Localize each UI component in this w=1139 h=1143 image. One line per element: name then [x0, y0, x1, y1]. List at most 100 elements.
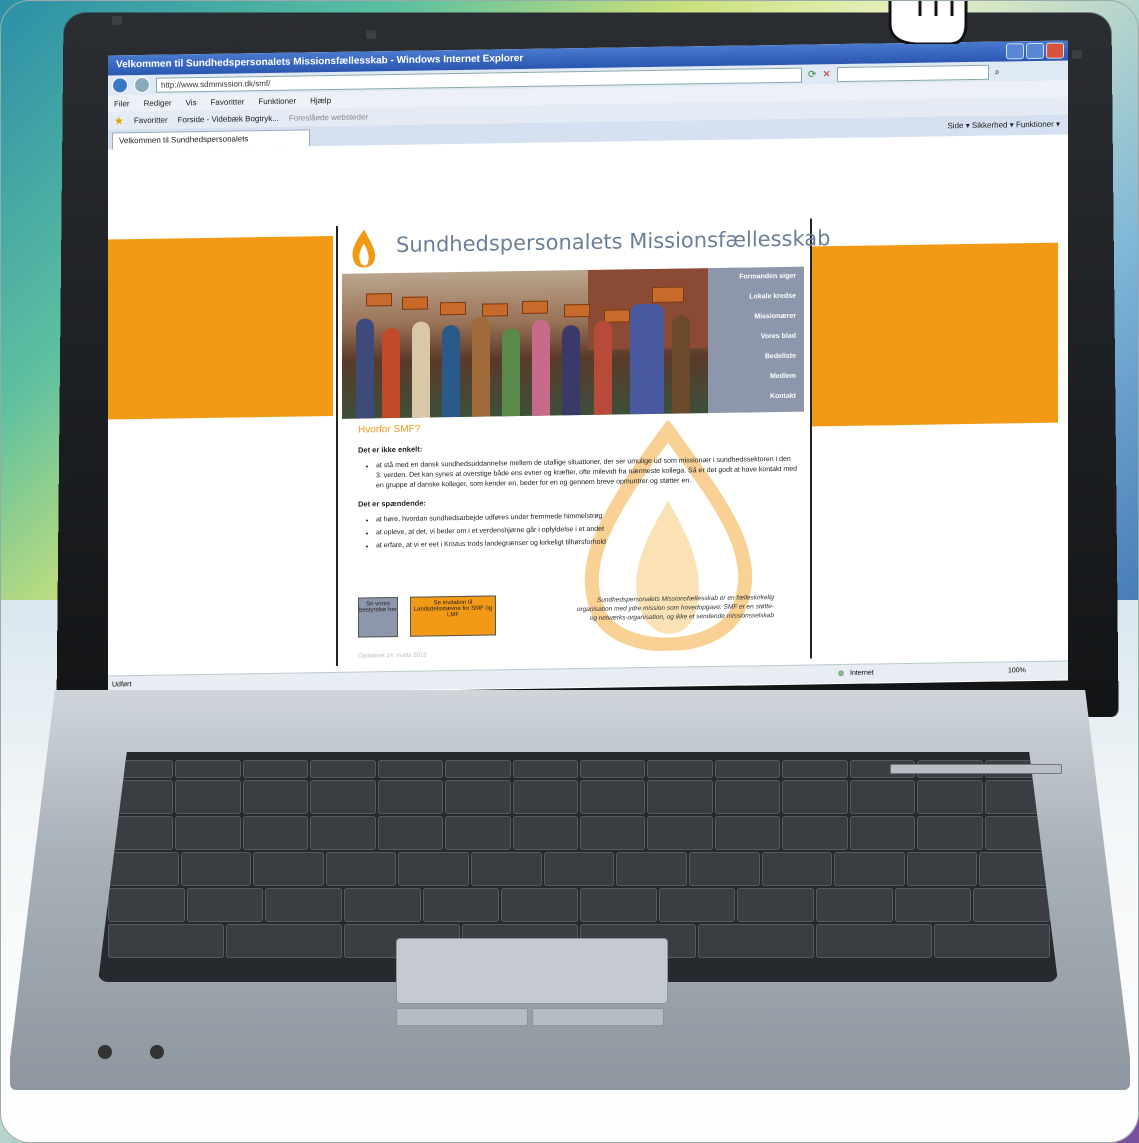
keyboard-key[interactable] — [512, 780, 578, 814]
touchpad-right-button[interactable] — [532, 1008, 664, 1026]
nav-item-medlem[interactable]: Medlem — [708, 367, 804, 389]
keyboard-key[interactable] — [445, 760, 511, 778]
keyboard-key[interactable] — [310, 816, 376, 850]
nav-item-missionaerer[interactable]: Missionærer — [708, 307, 804, 329]
keyboard-key[interactable] — [647, 816, 713, 850]
keyboard-key[interactable] — [782, 760, 848, 778]
menu-view[interactable]: Vis — [186, 98, 197, 107]
keyboard-key[interactable] — [344, 888, 421, 922]
keyboard-key[interactable] — [242, 760, 309, 778]
command-bar[interactable]: Side ▾ Sikkerhed ▾ Funktioner ▾ — [947, 120, 1060, 131]
menu-favorites[interactable]: Favoritter — [211, 97, 245, 107]
nav-item-vores-blad[interactable]: Vores blad — [708, 327, 804, 349]
section-title: Det er ikke enkelt: — [358, 444, 423, 455]
keyboard-key[interactable] — [698, 924, 814, 958]
keyboard-key[interactable] — [761, 852, 833, 886]
keyboard-key[interactable] — [512, 760, 578, 778]
keyboard-key[interactable] — [422, 888, 500, 922]
keyboard-key[interactable] — [253, 852, 324, 886]
keyboard-key[interactable] — [782, 816, 848, 850]
favorite-link[interactable]: Foreslåede websteder — [289, 112, 368, 122]
maximize-button[interactable] — [1026, 42, 1044, 60]
keyboard-key[interactable] — [849, 780, 916, 814]
touchpad-left-button[interactable] — [396, 1008, 528, 1026]
search-icon[interactable]: ⌕ — [995, 66, 1000, 77]
keyboard-key[interactable] — [714, 816, 781, 850]
favorite-link[interactable]: Forside - Videbæk Bogtryk... — [178, 113, 279, 124]
keyboard-key[interactable] — [688, 852, 760, 886]
keyboard-key[interactable] — [816, 924, 932, 958]
refresh-icon[interactable]: ⟳ — [808, 69, 816, 80]
keyboard-key[interactable] — [512, 816, 578, 850]
keyboard-key[interactable] — [714, 780, 781, 814]
menu-edit[interactable]: Rediger — [144, 98, 172, 107]
keyboard-key[interactable] — [398, 852, 470, 886]
media-buttons[interactable] — [890, 764, 1062, 774]
board-button[interactable]: Se vores bestyrelse her — [358, 596, 398, 638]
keyboard-key[interactable] — [175, 780, 241, 814]
keyboard-key[interactable] — [782, 780, 848, 814]
keyboard-key[interactable] — [377, 760, 444, 778]
keyboard-key[interactable] — [108, 924, 224, 958]
keyboard-key[interactable] — [175, 816, 241, 850]
keyboard-key[interactable] — [580, 888, 657, 922]
keyboard-key[interactable] — [242, 780, 309, 814]
forward-icon[interactable] — [134, 76, 150, 94]
zoom-level[interactable]: 100% — [1008, 662, 1026, 680]
menu-help[interactable]: Hjælp — [310, 96, 331, 105]
keyboard-key[interactable] — [310, 760, 376, 778]
search-input[interactable] — [836, 64, 989, 82]
keyboard-key[interactable] — [714, 760, 781, 778]
close-button[interactable] — [1046, 42, 1064, 59]
keyboard-key[interactable] — [108, 888, 185, 922]
keyboard-key[interactable] — [242, 816, 309, 850]
keyboard-key[interactable] — [580, 780, 646, 814]
keyboard-key[interactable] — [816, 888, 893, 922]
keyboard-key[interactable] — [180, 852, 252, 886]
keyboard-key[interactable] — [580, 816, 646, 850]
keyboard-key[interactable] — [543, 852, 615, 886]
keyboard-key[interactable] — [310, 780, 376, 814]
keyboard-key[interactable] — [934, 924, 1050, 958]
keyboard-key[interactable] — [265, 888, 342, 922]
keyboard-key[interactable] — [377, 816, 444, 850]
keyboard-key[interactable] — [325, 852, 397, 886]
nav-item-lokale-kredse[interactable]: Lokale kredse — [708, 287, 804, 309]
menu-tools[interactable]: Funktioner — [258, 96, 296, 106]
keyboard-key[interactable] — [186, 888, 264, 922]
favorites-button[interactable]: Favoritter — [134, 115, 168, 125]
keyboard-key[interactable] — [917, 780, 983, 814]
nav-item-bedeliste[interactable]: Bedeliste — [708, 347, 804, 369]
nav-item-formanden[interactable]: Formanden siger — [708, 267, 804, 289]
content-heading: Hvorfor SMF? — [358, 423, 421, 436]
keyboard-key[interactable] — [737, 888, 814, 922]
keyboard-key[interactable] — [906, 852, 978, 886]
keyboard-key[interactable] — [647, 780, 713, 814]
minimize-button[interactable] — [1006, 43, 1024, 60]
keyboard-key[interactable] — [175, 760, 241, 778]
keyboard-key[interactable] — [108, 852, 179, 886]
keyboard-key[interactable] — [501, 888, 578, 922]
keyboard-key[interactable] — [894, 888, 972, 922]
keyboard-key[interactable] — [580, 760, 646, 778]
keyboard-key[interactable] — [834, 852, 905, 886]
keyboard-key[interactable] — [979, 852, 1050, 886]
keyboard-key[interactable] — [471, 852, 542, 886]
keyboard-key[interactable] — [917, 816, 983, 850]
keyboard-key[interactable] — [445, 780, 511, 814]
keyboard-key[interactable] — [445, 816, 511, 850]
keyboard-key[interactable] — [616, 852, 687, 886]
keyboard-key[interactable] — [849, 816, 916, 850]
keyboard-key[interactable] — [647, 760, 713, 778]
nav-item-kontakt[interactable]: Kontakt — [708, 387, 804, 409]
touchpad[interactable] — [396, 938, 668, 1004]
keyboard-key[interactable] — [377, 780, 444, 814]
invitation-button[interactable]: Se invitation til Landsdelsstævne for SM… — [410, 595, 496, 637]
keyboard-key[interactable] — [658, 888, 736, 922]
back-icon[interactable] — [112, 77, 128, 94]
keyboard-key[interactable] — [226, 924, 342, 958]
keyboard-key[interactable] — [973, 888, 1050, 922]
stop-icon[interactable]: ✕ — [822, 69, 830, 80]
audio-jack — [98, 1045, 112, 1059]
menu-file[interactable]: Filer — [114, 99, 130, 108]
